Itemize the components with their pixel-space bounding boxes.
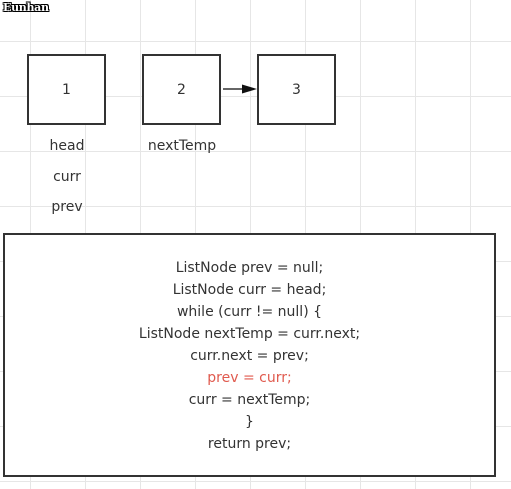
list-node-1: 1 xyxy=(27,54,106,125)
code-lines: ListNode prev = null; ListNode curr = he… xyxy=(5,257,494,455)
pointer-label-curr: curr xyxy=(53,169,81,185)
arrow-node2-to-node3 xyxy=(223,84,257,94)
code-line: ListNode nextTemp = curr.next; xyxy=(138,326,361,342)
author-watermark: Eunhan xyxy=(3,1,49,14)
code-line: curr.next = prev; xyxy=(190,348,309,364)
pointer-label-prev: prev xyxy=(51,199,83,215)
code-block: ListNode prev = null; ListNode curr = he… xyxy=(3,233,496,477)
node-value: 3 xyxy=(292,81,301,98)
code-line-highlighted: prev = curr; xyxy=(207,370,292,386)
list-node-2: 2 xyxy=(142,54,221,125)
code-line: curr = nextTemp; xyxy=(188,392,311,408)
node-value: 1 xyxy=(62,81,71,98)
code-line: } xyxy=(245,414,254,430)
code-line: while (curr != null) { xyxy=(176,304,323,320)
pointer-label-nexttemp: nextTemp xyxy=(147,138,217,154)
node-value: 2 xyxy=(177,81,186,98)
arrow-head-icon xyxy=(242,84,257,94)
pointer-label-head: head xyxy=(49,138,85,154)
code-line: ListNode prev = null; xyxy=(175,260,324,276)
code-line: return prev; xyxy=(207,436,292,452)
code-line: ListNode curr = head; xyxy=(172,282,327,298)
list-node-3: 3 xyxy=(257,54,336,125)
